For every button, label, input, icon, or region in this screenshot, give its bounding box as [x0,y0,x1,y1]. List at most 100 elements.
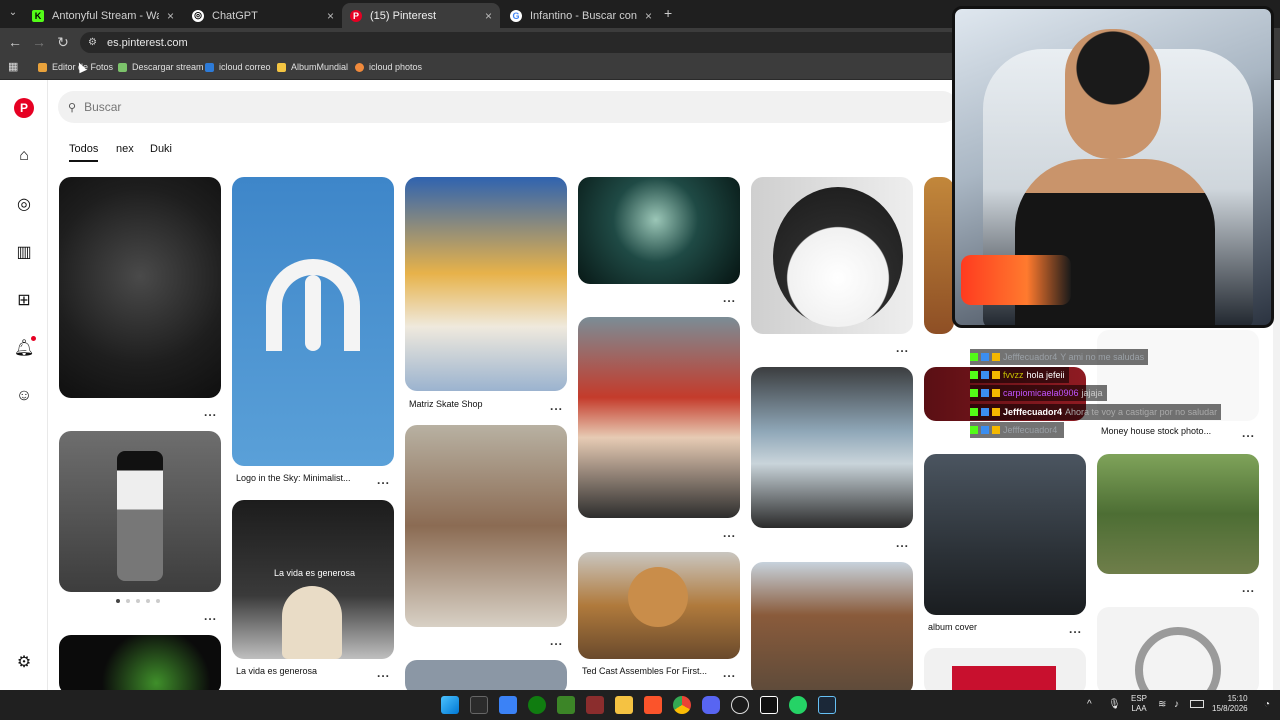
pin-image[interactable] [751,177,913,334]
back-icon[interactable]: ← [6,33,24,51]
search-bar[interactable]: ⚲ Buscar [58,91,958,123]
pin-image[interactable] [59,431,221,592]
bookmark-editor-fotos[interactable]: Editor de Fotos [38,60,113,74]
tab-antonyful[interactable]: K Antonyful Stream - Watch Live × [24,3,182,28]
tab-pinterest[interactable]: P (15) Pinterest × [342,3,500,28]
pin-image[interactable] [924,454,1086,615]
more-options-icon[interactable]: ... [896,341,909,355]
settings-icon[interactable]: ⚙ [14,652,34,672]
search-placeholder: Buscar [84,100,122,114]
discord-icon[interactable] [702,696,720,714]
more-options-icon[interactable]: ... [1242,426,1255,440]
notification-bell-icon[interactable]: ◔ [1264,699,1270,710]
more-options-icon[interactable]: ... [377,473,390,487]
pin-image[interactable] [232,177,394,466]
clock[interactable]: 15:10 15/8/2026 [1212,694,1248,714]
chip-duki[interactable]: Duki [150,143,172,160]
boards-icon[interactable]: ▥ [14,242,34,262]
apps-icon[interactable]: ▦ [8,61,20,73]
close-icon[interactable]: × [167,9,174,23]
more-options-icon[interactable]: ... [550,634,563,648]
wifi-icon[interactable]: ≋ [1158,699,1166,710]
chip-todos[interactable]: Todos [69,143,99,162]
pin-image[interactable] [751,367,913,528]
more-options-icon[interactable]: ... [896,536,909,550]
language-indicator[interactable]: ESP LAA [1131,694,1147,714]
new-tab-button[interactable]: + [664,5,678,21]
forward-icon[interactable]: → [30,33,48,51]
pin-image[interactable] [59,177,221,398]
pin-image[interactable] [1097,454,1259,574]
chrome-icon[interactable] [673,696,691,714]
tray-chevron-icon[interactable]: ^ [1087,699,1092,710]
chat-message: carpiomicaela0906 jajaja [970,385,1107,401]
close-icon[interactable]: × [645,9,652,23]
xbox-icon[interactable] [528,696,546,714]
pin-caption[interactable]: album cover [928,622,977,632]
tab-chatgpt[interactable]: ◎ ChatGPT × [184,3,342,28]
file-explorer-icon[interactable] [615,696,633,714]
more-options-icon[interactable]: ... [377,666,390,680]
pin-caption[interactable]: Logo in the Sky: Minimalist... [236,473,351,483]
more-options-icon[interactable]: ... [723,526,736,540]
battery-icon[interactable] [1190,700,1204,708]
tab-google[interactable]: G Infantino - Buscar con Google × [502,3,660,28]
chip-nex[interactable]: nex [116,143,134,160]
more-options-icon[interactable]: ... [723,291,736,305]
more-options-icon[interactable]: ... [550,399,563,413]
bookmark-descargar-stream[interactable]: Descargar stream [118,60,204,74]
pin-image[interactable] [924,177,954,334]
pin-image[interactable]: La vida es generosa [232,500,394,659]
chat-text: Ahora te voy a castigar por no saludar [1065,407,1218,417]
pinterest-logo-icon[interactable]: P [14,98,34,118]
explore-icon[interactable]: ◎ [14,194,34,214]
taskview-icon[interactable] [470,696,488,714]
pin-image[interactable] [924,648,1086,695]
more-options-icon[interactable]: ... [204,405,217,419]
site-info-icon[interactable]: ⚙ [88,37,97,48]
more-options-icon[interactable]: ... [1242,581,1255,595]
whatsapp-icon[interactable] [789,696,807,714]
bookmark-icloud-correo[interactable]: icloud correo [205,60,271,74]
pin-caption[interactable]: Ted Cast Assembles For First... [582,666,707,676]
pin-image[interactable] [578,317,740,518]
pin-caption[interactable]: Money house stock photo... [1101,426,1211,436]
app-icon[interactable] [586,696,604,714]
pin-image[interactable] [578,552,740,659]
capcut-icon[interactable] [760,696,778,714]
pin-image[interactable] [578,177,740,284]
microphone-icon[interactable]: 🎙︎ [1108,699,1121,710]
create-icon[interactable]: ⊞ [14,290,34,310]
more-options-icon[interactable]: ... [204,609,217,623]
more-options-icon[interactable]: ... [1069,622,1082,636]
brave-icon[interactable] [644,696,662,714]
pin-caption[interactable]: La vida es generosa [236,666,317,676]
address-bar[interactable]: ⚙ es.pinterest.com [80,32,960,53]
store-icon[interactable] [499,696,517,714]
pin-image[interactable] [59,635,221,695]
pin-caption[interactable]: Matriz Skate Shop [409,399,483,409]
home-icon[interactable]: ⌂ [14,146,34,166]
pin-image[interactable] [751,562,913,695]
tab-search-icon[interactable]: ⌄ [6,7,20,21]
steam-icon[interactable] [818,696,836,714]
more-options-icon[interactable]: ... [723,666,736,680]
bookmark-icloud-photos[interactable]: icloud photos [355,60,422,74]
messages-icon[interactable]: ☺ [14,386,34,406]
volume-icon[interactable]: ♪ [1174,699,1179,710]
reload-icon[interactable]: ↻ [54,33,72,51]
badge-icon [970,371,978,379]
notifications-icon[interactable]: 🔔︎ [14,338,34,358]
obs-icon[interactable] [731,696,749,714]
pin-image[interactable] [1097,607,1259,695]
windows-start-icon[interactable] [441,696,459,714]
pin-image[interactable] [405,425,567,627]
badge-icon [992,353,1000,361]
scrollbar[interactable] [1273,80,1280,690]
bookmark-albummundial[interactable]: AlbumMundial [277,60,348,74]
pin-image[interactable] [405,177,567,391]
minecraft-icon[interactable] [557,696,575,714]
close-icon[interactable]: × [485,9,492,23]
close-icon[interactable]: × [327,9,334,23]
carousel-dots[interactable] [116,599,160,603]
